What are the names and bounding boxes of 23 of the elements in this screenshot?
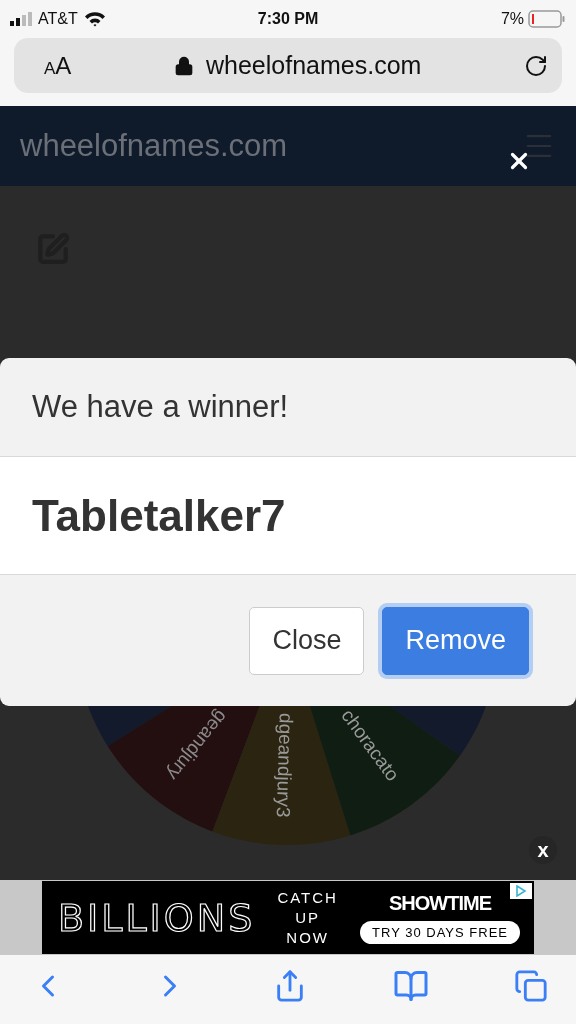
carrier: AT&T bbox=[38, 10, 78, 28]
ad-close-button[interactable]: x bbox=[529, 836, 557, 864]
wifi-icon bbox=[83, 11, 106, 27]
battery-percent: 7% bbox=[500, 10, 524, 28]
close-button[interactable]: Close bbox=[249, 606, 365, 675]
url: wheelofnames.com bbox=[206, 51, 422, 80]
dialog-title: We have a winner! bbox=[32, 389, 289, 425]
battery-icon bbox=[528, 10, 566, 28]
lock-icon bbox=[174, 55, 194, 76]
ad-cta-button[interactable]: TRY 30 DAYS FREE bbox=[360, 920, 520, 944]
text-size-button[interactable]: AA bbox=[44, 51, 72, 80]
winner-name: Tabletalker7 bbox=[32, 490, 286, 541]
reload-icon[interactable] bbox=[524, 53, 548, 78]
signal-icon bbox=[10, 12, 32, 26]
tabs-icon[interactable] bbox=[514, 968, 548, 1003]
ad-banner[interactable]: BILLIONS CATCH UP NOW SHOWTIME TRY 30 DAYS FREE bbox=[42, 881, 534, 954]
clock: 7:30 PM bbox=[257, 10, 319, 28]
ad-brand: SHOWTIME bbox=[389, 891, 492, 915]
ad-choices-icon[interactable] bbox=[510, 883, 532, 899]
ad-title: BILLIONS bbox=[58, 895, 256, 940]
wheel-label: dgeandjury3 bbox=[272, 712, 297, 818]
ad-tagline: CATCH UP NOW bbox=[276, 887, 339, 948]
address-bar[interactable]: AA wheelofnames.com bbox=[14, 38, 562, 93]
